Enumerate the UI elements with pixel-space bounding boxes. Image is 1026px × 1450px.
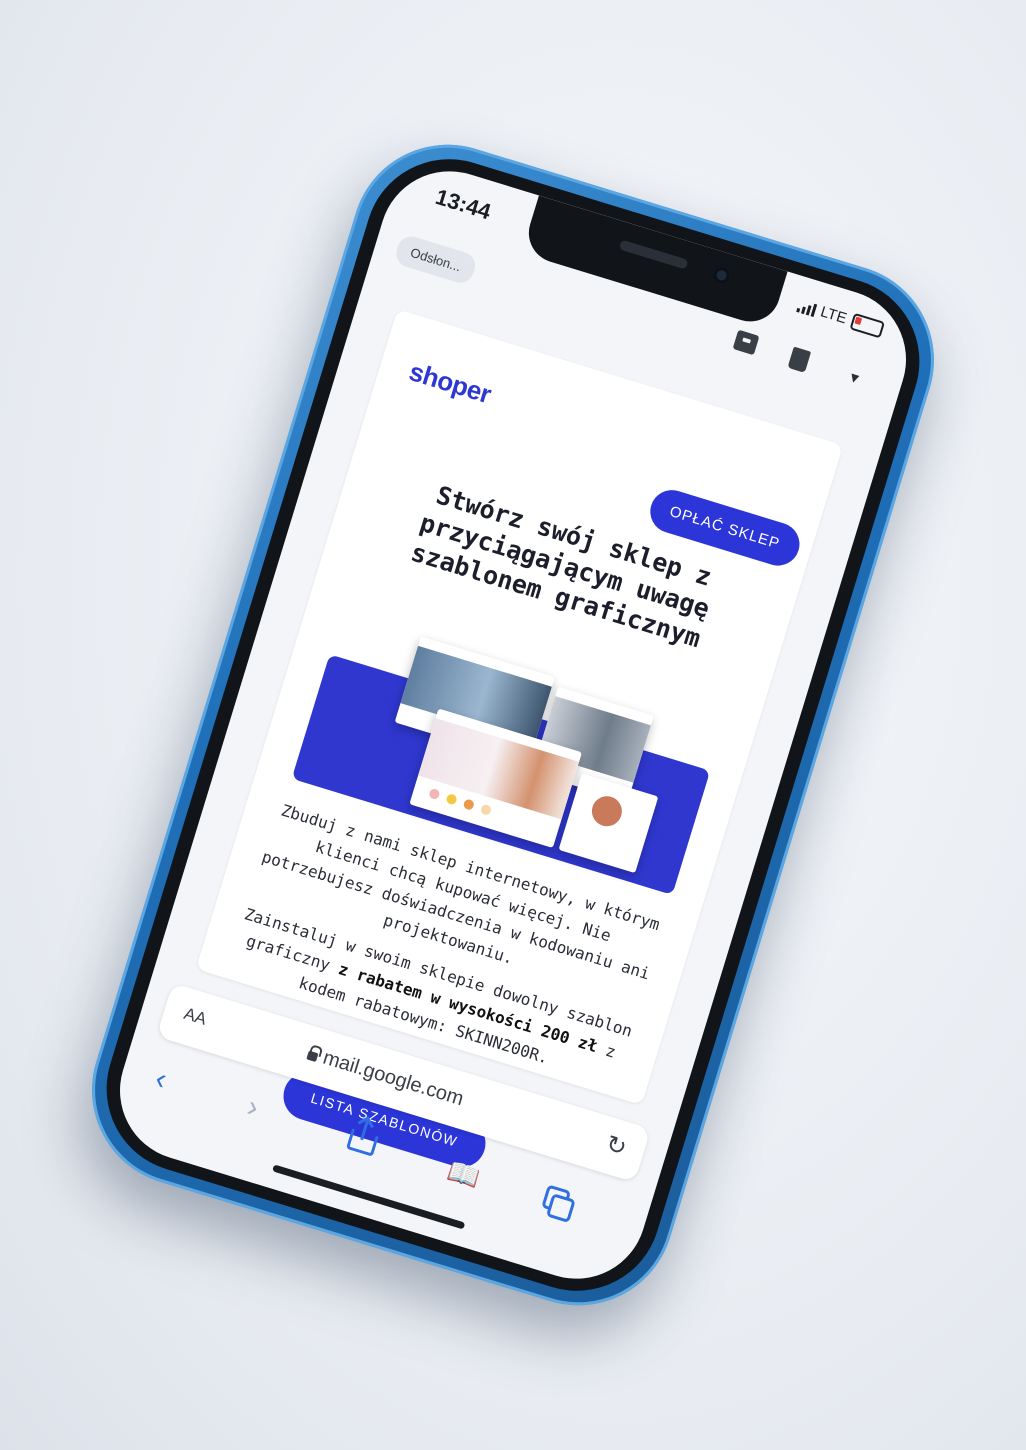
chevron-right-icon[interactable]: › xyxy=(243,1090,262,1125)
front-camera xyxy=(711,265,732,286)
chevron-left-icon[interactable]: ‹ xyxy=(151,1062,170,1097)
status-time: 13:44 xyxy=(432,184,494,225)
network-label: LTE xyxy=(818,303,849,328)
text-size-button[interactable]: AA xyxy=(181,1004,209,1030)
lock-icon xyxy=(306,1050,319,1063)
signal-icon xyxy=(795,298,817,317)
phone: 13:44 LTE Odsłon... ▼ shoper OPŁAĆ SKLEP xyxy=(68,120,958,1330)
status-indicators: LTE xyxy=(795,296,886,339)
brand-logo[interactable]: shoper xyxy=(405,356,495,410)
speaker xyxy=(618,239,689,270)
battery-icon xyxy=(849,312,886,339)
share-icon[interactable] xyxy=(345,1117,382,1157)
photo-background: 13:44 LTE Odsłon... ▼ shoper OPŁAĆ SKLEP xyxy=(0,0,1026,1450)
reload-icon[interactable]: ↻ xyxy=(602,1129,630,1163)
reply-button[interactable]: Odsłon... xyxy=(392,233,479,287)
book-icon[interactable]: 📖 xyxy=(444,1155,484,1194)
